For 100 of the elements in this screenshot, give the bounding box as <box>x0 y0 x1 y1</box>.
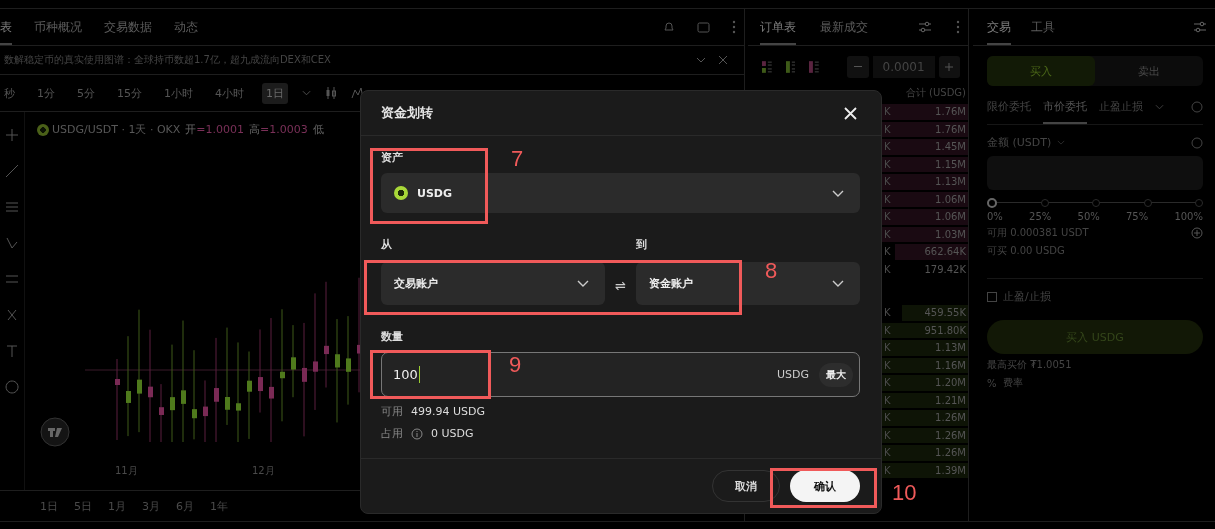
total-cell-text: 179.42K <box>924 263 967 275</box>
info-icon[interactable] <box>411 427 423 440</box>
caret-icon <box>832 189 844 197</box>
help-icon[interactable] <box>1191 136 1203 149</box>
drawing-tool-icon[interactable] <box>5 380 19 394</box>
fee-link[interactable]: 费率 <box>1002 376 1023 390</box>
size-cell: K <box>884 106 891 118</box>
book-layout-icon[interactable] <box>762 61 772 73</box>
caret-icon <box>577 280 590 287</box>
total-cell-text: 1.20M <box>935 377 967 389</box>
annotation-number: 7 <box>511 146 524 172</box>
caret-icon[interactable] <box>1057 140 1066 145</box>
settings-icon[interactable] <box>918 21 932 33</box>
available-text: 可用 0.000381 USDT <box>987 226 1089 240</box>
size-cell: K <box>884 158 891 170</box>
interval-tab[interactable]: 15分 <box>113 82 146 104</box>
chart-tab[interactable]: 币种概况 <box>34 9 82 45</box>
interval-tab[interactable]: 秒 <box>0 82 19 104</box>
candle-type-icon[interactable] <box>325 87 337 99</box>
chart-tab[interactable]: 表 <box>0 9 12 45</box>
info-value: 0 USDG <box>431 427 474 440</box>
range-button[interactable]: 6月 <box>176 498 194 514</box>
caret-icon[interactable] <box>302 90 311 96</box>
interval-tab[interactable]: 1日 <box>262 82 288 104</box>
checkbox[interactable] <box>987 291 997 302</box>
caret-icon <box>832 280 844 287</box>
drawing-tool-icon[interactable] <box>5 272 19 286</box>
total-cell-text: 951.80K <box>924 324 967 336</box>
book-tab[interactable]: 订单表 <box>760 9 796 45</box>
book-layout-icon[interactable] <box>809 61 820 73</box>
trade-tab[interactable]: 交易 <box>987 9 1011 45</box>
chart-tab[interactable]: 动态 <box>174 9 198 45</box>
caret-icon[interactable] <box>1155 104 1164 110</box>
tradingview-logo-icon[interactable] <box>40 417 70 447</box>
size-cell: K <box>884 176 891 188</box>
size-cell: K <box>884 123 891 135</box>
settings-icon[interactable] <box>1193 21 1207 33</box>
total-cell-text: 1.39M <box>935 464 967 476</box>
bell-icon[interactable] <box>663 21 675 33</box>
drawing-tool-icon[interactable] <box>5 164 19 178</box>
total-cell-text: 1.76M <box>935 123 967 135</box>
interval-tab[interactable]: 4小时 <box>211 82 248 104</box>
range-button[interactable]: 5日 <box>74 498 92 514</box>
size-cell: K <box>884 377 891 389</box>
chart-tab[interactable]: 交易数据 <box>104 9 152 45</box>
total-cell-text: 1.45M <box>935 141 967 153</box>
interval-tab[interactable]: 1小时 <box>160 82 197 104</box>
add-icon[interactable] <box>1191 227 1203 239</box>
minus-icon <box>853 66 862 68</box>
total-cell-text: 1.26M <box>935 447 967 459</box>
ohlc-label: 开 <box>185 122 197 137</box>
symbol-title: USDG/USDT · 1天 · OKX <box>52 122 181 137</box>
size-cell: K <box>884 211 891 223</box>
window-icon[interactable] <box>697 21 710 33</box>
drawing-tool-icon[interactable] <box>5 344 19 358</box>
order-type-tab[interactable]: 市价委托 <box>1043 90 1087 124</box>
max-price-text: 最高买价 ₮1.0051 <box>987 358 1072 372</box>
unit-label: USDG <box>776 368 809 381</box>
drawing-tool-icon[interactable] <box>5 200 19 214</box>
range-button[interactable]: 3月 <box>142 498 160 514</box>
interval-tab[interactable]: 5分 <box>73 82 99 104</box>
field-label: 从 <box>381 237 392 252</box>
percent-slider[interactable] <box>987 198 1203 208</box>
trade-tab[interactable]: 工具 <box>1031 9 1055 45</box>
slider-mark: 75% <box>1125 211 1149 222</box>
order-type-tab[interactable]: 限价委托 <box>987 90 1031 124</box>
book-tab[interactable]: 最新成交 <box>820 9 868 45</box>
annotation-number: 10 <box>892 480 917 506</box>
amount-label[interactable]: 金额 (USDT) <box>987 135 1052 150</box>
total-cell-text: 1.15M <box>935 158 967 170</box>
ohlc-label: 低 <box>312 122 324 137</box>
from-account-select[interactable]: 交易账户 <box>381 262 606 305</box>
side-toggle[interactable]: 买入 <box>987 56 1095 86</box>
drawing-tool-icon[interactable] <box>5 236 19 250</box>
axis-label: 12月 <box>252 464 275 478</box>
range-button[interactable]: 1日 <box>40 498 58 514</box>
max-button[interactable]: 最大 <box>819 362 853 387</box>
plus-icon <box>945 63 954 71</box>
swap-button[interactable]: ⇌ <box>615 278 626 305</box>
confirm-button[interactable]: 确认 <box>790 470 860 502</box>
drawing-tool-icon[interactable] <box>5 308 19 322</box>
total-cell-text: 1.13M <box>935 342 967 354</box>
size-cell: K <box>884 429 891 441</box>
size-cell: K <box>884 263 891 275</box>
asset-select[interactable]: USDG <box>381 173 860 213</box>
more-icon[interactable] <box>732 20 736 34</box>
interval-tab[interactable]: 1分 <box>33 82 59 104</box>
help-icon[interactable] <box>1191 101 1203 113</box>
more-icon[interactable] <box>956 20 960 34</box>
dialog-title: 资金划转 <box>381 104 433 122</box>
info-value: 499.94 USDG <box>411 405 485 418</box>
drawing-tool-icon[interactable] <box>5 128 19 142</box>
caret-icon[interactable] <box>696 57 706 63</box>
slider-mark: 50% <box>1077 211 1100 222</box>
book-layout-icon[interactable] <box>785 61 796 73</box>
size-cell: K <box>884 193 891 205</box>
range-button[interactable]: 1月 <box>108 498 126 514</box>
slider-thumb[interactable] <box>987 198 997 208</box>
range-button[interactable]: 1年 <box>210 498 228 514</box>
plus-button[interactable] <box>938 56 960 78</box>
